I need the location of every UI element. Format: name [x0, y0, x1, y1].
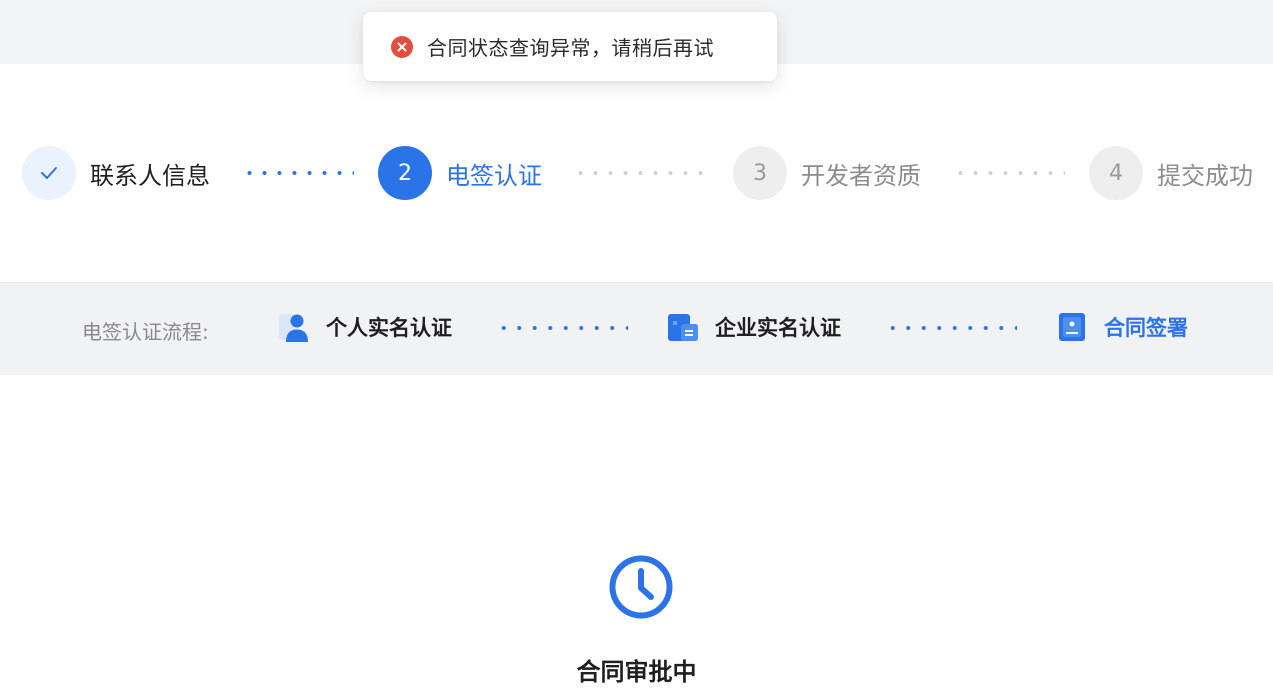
- error-toast: 合同状态查询异常，请稍后再试: [363, 12, 777, 81]
- step-contact-info: 联系人信息: [22, 146, 210, 200]
- step-developer-qualification: 3 开发者资质: [733, 146, 921, 200]
- step-1-label: 联系人信息: [90, 161, 210, 190]
- e-sign-process-band: 电签认证流程: 个人实名认证 企业实名认证 合同签署: [0, 282, 1273, 375]
- step-connector-3: [953, 171, 1065, 175]
- process-item-personal-verification: 个人实名认证: [278, 310, 452, 344]
- process-item-label: 合同签署: [1104, 316, 1188, 340]
- step-4-circle: 4: [1089, 146, 1143, 200]
- stepper: 联系人信息 2 电签认证 3 开发者资质 4 提交成功: [0, 146, 1273, 200]
- step-2-label: 电签认证: [446, 161, 542, 190]
- step-connector-1: [242, 171, 354, 175]
- step-4-label: 提交成功: [1157, 161, 1253, 190]
- step-connector-2: [573, 171, 703, 175]
- check-icon: [41, 167, 57, 179]
- process-connector-1: [496, 326, 628, 330]
- contract-status-text: 合同审批中: [576, 658, 697, 686]
- step-3-circle: 3: [733, 146, 787, 200]
- step-1-circle: [22, 146, 76, 200]
- toast-message: 合同状态查询异常，请稍后再试: [427, 36, 714, 60]
- process-item-enterprise-verification: 企业实名认证: [667, 310, 841, 344]
- process-item-contract-signing: 合同签署: [1056, 310, 1188, 344]
- page: 合同状态查询异常，请稍后再试 联系人信息 2 电签认证 3 开发者资质 4 提交…: [0, 0, 1273, 693]
- process-label: 电签认证流程:: [82, 320, 209, 344]
- step-2-circle: 2: [378, 146, 432, 200]
- process-connector-2: [885, 326, 1017, 330]
- contract-icon: [1059, 313, 1085, 341]
- process-item-label: 个人实名认证: [326, 316, 452, 340]
- building-icon: [668, 314, 698, 341]
- step-3-label: 开发者资质: [801, 161, 921, 190]
- error-circle-icon: [391, 35, 413, 58]
- step-e-sign: 2 电签认证: [378, 146, 542, 200]
- person-icon: [279, 314, 308, 342]
- clock-icon: [609, 555, 673, 619]
- step-submit-success: 4 提交成功: [1089, 146, 1253, 200]
- process-item-label: 企业实名认证: [715, 316, 841, 340]
